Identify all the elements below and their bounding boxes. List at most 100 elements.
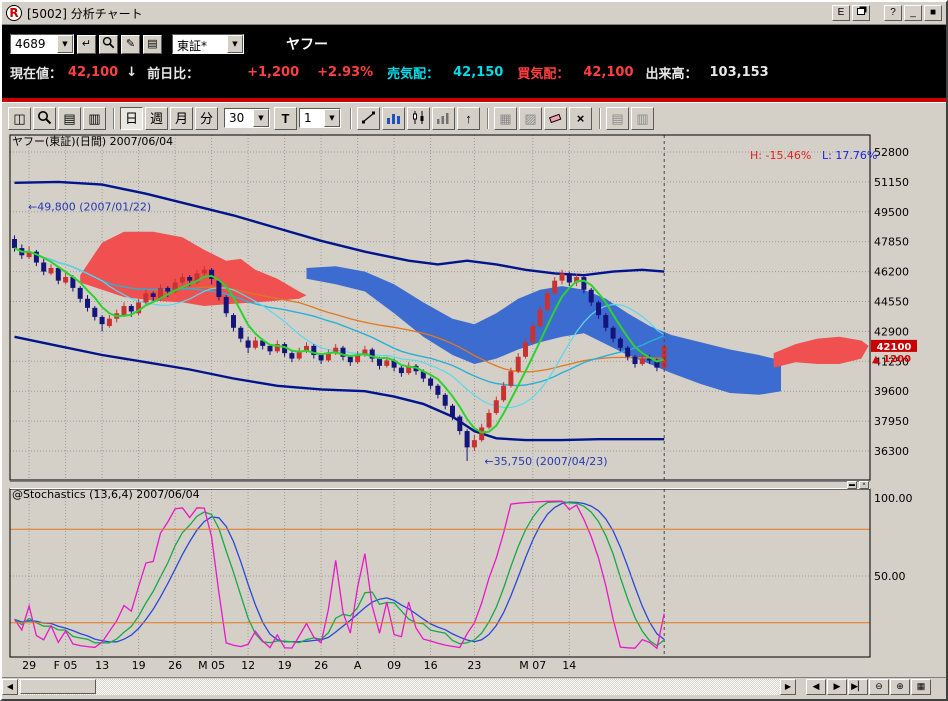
svg-text:19: 19	[132, 659, 146, 672]
svg-text:36300: 36300	[874, 445, 909, 458]
delete-icon: ×	[577, 112, 585, 125]
svg-text:51150: 51150	[874, 176, 909, 189]
print-button[interactable]: ▥	[631, 107, 654, 130]
svg-text:F 05: F 05	[54, 659, 78, 672]
market-dropdown-button[interactable]: ▼	[227, 35, 243, 53]
indicator-minimize-button[interactable]: ▬	[847, 481, 857, 489]
zoom-out-icon: ⊖	[875, 681, 883, 691]
quote-bar: 4689 ▼ ↵ ✎ ▤ 東証* ▼ ヤフー 現在値： 42,100 ↓ 前日比…	[2, 25, 946, 98]
eraser-button[interactable]	[544, 107, 567, 130]
close-icon: ×	[862, 482, 866, 488]
external-link-button[interactable]: E	[832, 5, 850, 21]
period-day-button[interactable]: 日	[120, 107, 143, 130]
enter-icon: ↵	[82, 39, 91, 50]
document-icon: ▤	[63, 112, 75, 125]
symbol-edit-button[interactable]: ✎	[121, 35, 140, 54]
symbol-go-button[interactable]: ↵	[77, 35, 96, 54]
svg-text:26: 26	[314, 659, 328, 672]
zoom-in-button[interactable]: ⊕	[890, 679, 910, 695]
print-doc-icon: ▥	[636, 112, 648, 125]
price-and-stochastics-chart[interactable]: 5280051150495004785046200445504290041250…	[2, 133, 946, 677]
zoom-out-button[interactable]: ⊖	[869, 679, 889, 695]
copy-window-button[interactable]	[852, 5, 870, 21]
panel-splitter[interactable]	[10, 481, 870, 489]
region-select-button[interactable]: ▨	[519, 107, 542, 130]
volume-chart-button[interactable]	[432, 107, 455, 130]
volume-label: 出来高：	[646, 63, 698, 82]
delete-drawing-button[interactable]: ×	[569, 107, 592, 130]
current-price-value: 42,100	[68, 65, 118, 80]
period-month-button[interactable]: 月	[170, 107, 193, 130]
bar-chart-button[interactable]	[382, 107, 405, 130]
symbol-search-button[interactable]	[99, 35, 118, 54]
scale-up-button[interactable]: ↑	[457, 107, 480, 130]
scrollbar-track[interactable]	[18, 679, 780, 695]
app-logo-icon: R	[6, 5, 22, 21]
new-chart-button[interactable]: ▤	[58, 107, 81, 130]
candlestick-icon	[411, 110, 426, 127]
svg-text:M 07: M 07	[519, 659, 546, 672]
symbol-list-button[interactable]: ▤	[143, 35, 162, 54]
period-minute-button[interactable]: 分	[195, 107, 218, 130]
trendline-tool-button[interactable]	[357, 107, 380, 130]
text-tool-button[interactable]: T	[274, 107, 297, 130]
svg-text:42900: 42900	[874, 325, 909, 338]
svg-text:@Stochastics (13,6,4) 2007/06/: @Stochastics (13,6,4) 2007/06/04	[12, 488, 200, 501]
market-combo[interactable]: 東証* ▼	[172, 34, 244, 54]
svg-text:46200: 46200	[874, 266, 909, 279]
current-price-label: 現在値：	[10, 63, 62, 82]
tick-direction-icon: ↓	[126, 65, 137, 80]
indicator-close-button[interactable]: ×	[859, 481, 869, 489]
candlestick-chart-button[interactable]	[407, 107, 430, 130]
save-chart-button[interactable]: ▥	[83, 107, 106, 130]
ask-label: 売気配：	[387, 63, 439, 82]
toolbar-separator	[487, 108, 489, 129]
page-left-button[interactable]: ◀	[806, 679, 826, 695]
ask-value: 42,150	[453, 65, 503, 80]
minute-interval-select[interactable]: 30 ▼	[224, 108, 270, 128]
export-button[interactable]: ▤	[606, 107, 629, 130]
svg-text:47850: 47850	[874, 236, 909, 249]
edit-icon: ✎	[126, 39, 135, 50]
svg-text:100.00: 100.00	[874, 492, 913, 505]
page-right-button[interactable]: ▶	[827, 679, 847, 695]
arrow-up-icon: ↑	[465, 112, 472, 125]
scroll-right-button[interactable]: ▶	[780, 679, 796, 695]
svg-text:37950: 37950	[874, 415, 909, 428]
chevron-down-glyph: ▼	[329, 114, 334, 122]
chart-nav-cluster: ◀ ▶ ▶▏ ⊖ ⊕ ▦	[806, 679, 932, 695]
symbol-row: 4689 ▼ ↵ ✎ ▤ 東証* ▼ ヤフー	[2, 25, 946, 57]
chevron-down-icon[interactable]: ▼	[253, 109, 269, 127]
scrollbar-thumb[interactable]	[20, 679, 96, 694]
scroll-left-button[interactable]: ◀	[2, 679, 18, 695]
scroll-left-icon: ◀	[7, 682, 13, 691]
minimize-button[interactable]: _	[904, 5, 922, 21]
maximize-button[interactable]: ■	[924, 5, 942, 21]
symbol-code-dropdown-button[interactable]: ▼	[57, 35, 73, 53]
go-end-icon: ▶▏	[851, 681, 865, 691]
zoom-tool-button[interactable]	[33, 107, 56, 130]
go-to-end-button[interactable]: ▶▏	[848, 679, 868, 695]
bar-chart-icon	[386, 110, 401, 127]
zoom-in-icon: ⊕	[896, 681, 904, 691]
pan-tool-button[interactable]: ◫	[8, 107, 31, 130]
help-button[interactable]: ?	[884, 5, 902, 21]
period-week-button[interactable]: 週	[145, 107, 168, 130]
change-value: +1,200	[247, 65, 299, 80]
symbol-code-combo[interactable]: 4689 ▼	[10, 34, 74, 54]
svg-text:39600: 39600	[874, 385, 909, 398]
grid-toggle-button[interactable]: ▦	[494, 107, 517, 130]
chevron-down-icon[interactable]: ▼	[324, 109, 340, 127]
scroll-right-icon: ▶	[785, 682, 791, 691]
svg-text:←49,800 (2007/01/22): ←49,800 (2007/01/22)	[28, 200, 151, 213]
volume-value: 103,153	[710, 65, 769, 80]
line-width-select[interactable]: 1 ▼	[299, 108, 341, 128]
grid-small-icon: ▦	[917, 681, 926, 691]
minute-interval-value: 30	[225, 109, 253, 127]
svg-text:13: 13	[95, 659, 109, 672]
eraser-icon	[548, 110, 563, 127]
shade-icon: ▨	[524, 112, 536, 125]
svg-text:▲ 1200: ▲ 1200	[872, 354, 911, 365]
svg-text:ヤフー(東証)(日間) 2007/06/04: ヤフー(東証)(日間) 2007/06/04	[12, 135, 173, 148]
grid-settings-button[interactable]: ▦	[911, 679, 931, 695]
